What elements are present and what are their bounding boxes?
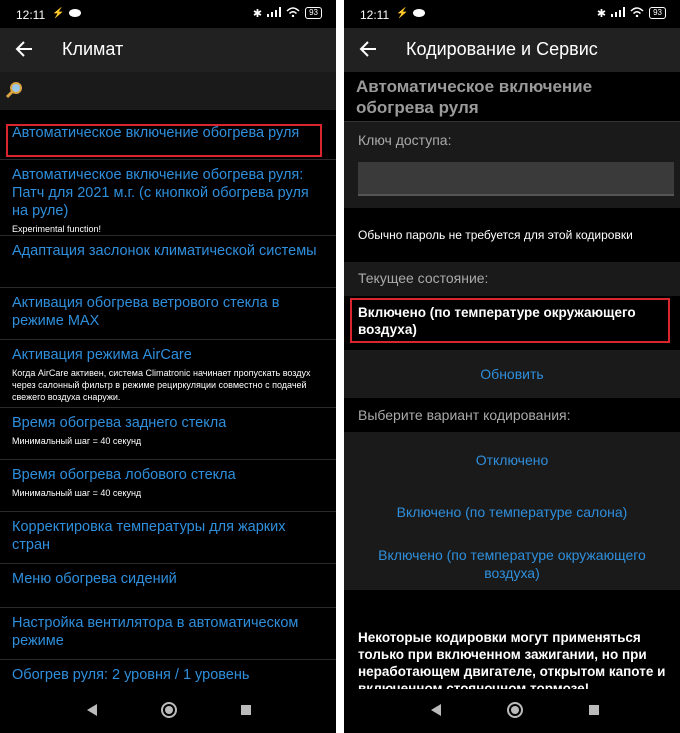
page-title: Климат [62,39,124,59]
password-note: Обычно пароль не требуется для этой коди… [358,228,633,242]
cell-signal-icon [267,6,282,20]
choose-section: Выберите вариант кодирования: [344,398,680,432]
list-item-label: Время обогрева заднего стекла [12,415,227,431]
cell-signal-icon [611,6,626,20]
page-title: Кодирование и Сервис [406,39,598,59]
option-cabin-temp-button[interactable]: Включено (по температуре салона) [358,486,666,521]
left-screen: 12:11 ⚡ ✱ 93 Климат Автоматическое включ… [0,0,336,733]
status-time: 12:11 [16,8,46,22]
list-item-subtitle: Минимальный шаг = 40 секунд [12,488,142,498]
choose-label: Выберите вариант кодирования: [358,407,571,423]
coding-heading: Автоматическое включение обогрева руля [344,72,680,122]
list-item-label: Настройка вентилятора в автоматическом р… [12,615,299,649]
option-disabled-section: Отключено [344,432,680,486]
navigation-bar [0,689,336,733]
nav-home-icon[interactable] [160,701,178,724]
list-item-label: Автоматическое включение обогрева руля: … [12,167,309,219]
back-arrow-icon[interactable] [14,37,34,61]
battery-icon: 93 [649,7,666,19]
option-outside-temp-button[interactable]: Включено (по температуре окружающего воз… [358,538,666,582]
app-bar: Климат [0,28,336,72]
nav-recents-icon[interactable] [588,703,600,721]
status-bar: 12:11 ⚡ ✱ 93 [0,0,336,28]
list-item-label: Корректировка температуры для жарких стр… [12,519,286,553]
bluetooth-icon: ✱ [252,7,263,20]
wifi-icon [630,6,644,20]
warning-text: Некоторые кодировки могут применяться то… [358,630,666,689]
navigation-bar [344,689,680,733]
nav-recents-icon[interactable] [240,703,252,721]
nav-back-icon[interactable] [430,703,442,722]
bluetooth-icon: ✱ [596,7,607,20]
option-outside-section: Включено (по температуре окружающего воз… [344,538,680,590]
search-bar[interactable] [0,72,336,110]
list-item[interactable]: Активация обогрева ветрового стекла в ре… [0,288,336,340]
list-item-label: Активация обогрева ветрового стекла в ре… [12,295,280,329]
option-cabin-section: Включено (по температуре салона) [344,486,680,538]
wifi-icon [286,6,300,20]
battery-icon: 93 [305,7,322,19]
list-item[interactable]: Адаптация заслонок климатической системы [0,236,336,288]
nav-back-icon[interactable] [86,703,98,722]
list-item-subtitle: Experimental function! [12,224,102,234]
list-item-label: Обогрев руля: 2 уровня / 1 уровень [12,667,250,683]
list-item[interactable]: Настройка вентилятора в автоматическом р… [0,608,336,660]
list-item[interactable]: Время обогрева заднего стекла Минимальны… [0,408,336,460]
list-item-label: Активация режима AirCare [12,347,192,363]
access-key-input[interactable] [358,162,674,196]
access-key-label: Ключ доступа: [358,132,452,148]
list-item-label: Адаптация заслонок климатической системы [12,243,317,259]
signal-bolt-icon: ⚡ [396,7,409,19]
refresh-section: Обновить [344,350,680,398]
list-item[interactable]: Корректировка температуры для жарких стр… [0,512,336,564]
current-state-label: Текущее состояние: [358,270,489,286]
app-bar: Кодирование и Сервис [344,28,680,72]
status-bar: 12:11 ⚡ ✱ 93 [344,0,680,28]
list-item-label: Меню обогрева сидений [12,571,177,587]
back-arrow-icon[interactable] [358,37,378,61]
status-time: 12:11 [360,8,390,22]
cloud-icon [68,6,82,20]
access-key-section: Ключ доступа: [344,122,680,208]
list-item[interactable]: Меню обогрева сидений [0,564,336,608]
cloud-icon [412,6,426,20]
right-screen: 12:11 ⚡ ✱ 93 Кодирование и Сервис Автома… [344,0,680,733]
refresh-button[interactable]: Обновить [358,350,666,383]
signal-bolt-icon: ⚡ [52,7,65,19]
option-disabled-button[interactable]: Отключено [358,432,666,469]
highlight-frame [350,298,670,343]
list-item-subtitle: Минимальный шаг = 40 секунд [12,436,142,446]
list-item[interactable]: Автоматическое включение обогрева руля: … [0,160,336,236]
password-note-section: Обычно пароль не требуется для этой коди… [344,208,680,262]
nav-home-icon[interactable] [506,701,524,724]
list-item-label: Время обогрева лобового стекла [12,467,236,483]
list-item-subtitle: Когда AirCare активен, система Climatron… [12,368,311,402]
highlight-frame [6,124,322,157]
current-state-section: Текущее состояние: [344,262,680,296]
list-item[interactable]: Время обогрева лобового стекла Минимальн… [0,460,336,512]
warning-section: Некоторые кодировки могут применяться то… [344,590,680,689]
climate-list: Автоматическое включение обогрева руля А… [0,118,336,689]
search-icon[interactable] [4,80,24,105]
list-item[interactable]: Обогрев руля: 2 уровня / 1 уровень [0,660,336,689]
list-item[interactable]: Активация режима AirCare Когда AirCare а… [0,340,336,408]
